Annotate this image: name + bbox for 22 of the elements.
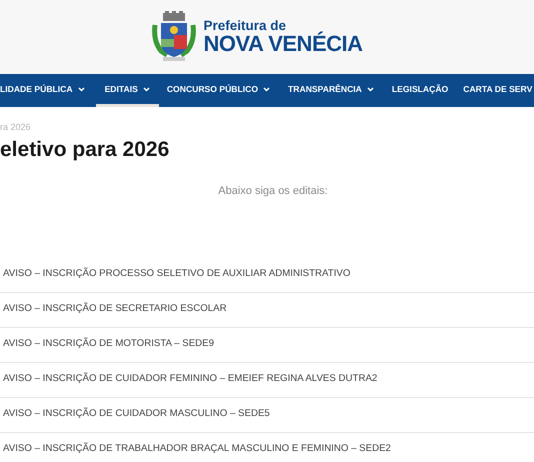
chevron-down-icon <box>142 86 150 92</box>
nav-item[interactable]: CONCURSO PÚBLICO <box>158 74 278 107</box>
logo-subtitle: Prefeitura de <box>203 19 286 33</box>
notice-link[interactable]: AVISO – INSCRIÇÃO DE CUIDADOR MASCULINO – SEDE5 <box>0 407 270 422</box>
notice-link[interactable]: AVISO – INSCRIÇÃO DE SECRETARIO ESCOLAR <box>0 302 227 317</box>
chevron-down-icon <box>366 86 374 92</box>
intro-text: Abaixo siga os editais: <box>217 184 329 199</box>
nav-item[interactable]: CARTA DE SERV <box>456 74 532 107</box>
notice-link[interactable]: AVISO – INSCRIÇÃO DE MOTORISTA – SEDE9 <box>0 337 214 352</box>
nav-item[interactable]: EDITAIS <box>96 74 159 107</box>
notice-link[interactable]: AVISO – INSCRIÇÃO DE CUIDADOR FEMININO – EMEIEF REGINA ALVES DUTRA2 <box>0 372 378 387</box>
nav-item[interactable]: TRANSPARÊNCIA <box>278 74 384 107</box>
notice-link[interactable]: AVISO – INSCRIÇÃO PROCESSO SELETIVO DE AUXILIAR ADMINISTRATIVO <box>0 267 350 282</box>
nav-item[interactable]: LIDADE PÚBLICA <box>0 74 96 107</box>
nav-item[interactable]: LEGISLAÇÃO <box>384 74 456 107</box>
notice-link[interactable]: AVISO – INSCRIÇÃO DE TRABALHADOR BRAÇAL MASCULINO E FEMININO – SEDE2 <box>0 442 391 457</box>
chevron-down-icon <box>78 86 85 92</box>
page-title: eletivo para 2026 <box>0 137 170 163</box>
coat-of-arms-icon <box>151 11 198 63</box>
chevron-down-icon <box>263 86 270 92</box>
breadcrumb: ra 2026 <box>0 121 32 133</box>
logo-title: NOVA VENÉCIA <box>203 32 363 55</box>
